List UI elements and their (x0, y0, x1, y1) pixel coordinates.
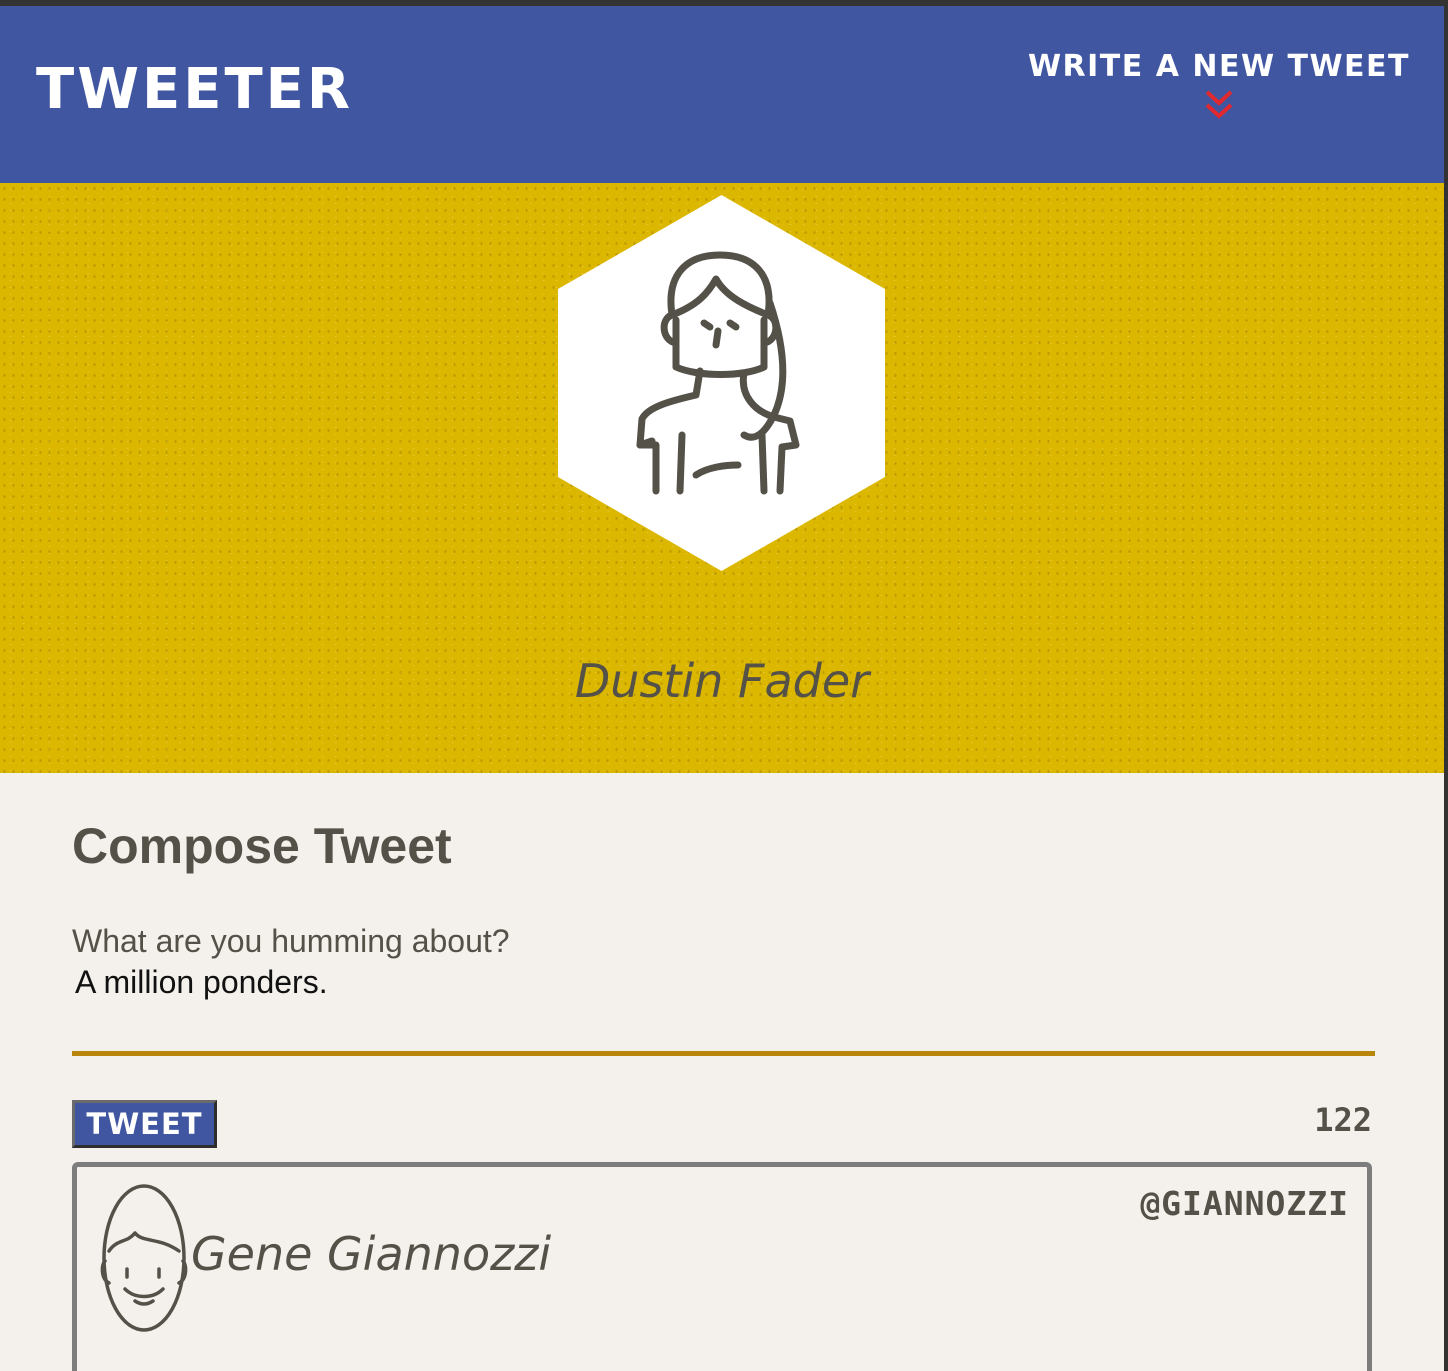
write-new-tweet-label: WRITE A NEW TWEET (1027, 49, 1410, 84)
brand-logo[interactable]: TWEETER (36, 62, 353, 118)
tweet-author-handle: @GIANNOZZI (1140, 1184, 1349, 1223)
tweet-textarea[interactable]: A million ponders. (72, 963, 1375, 1056)
profile-user-name: Dustin Fader (574, 654, 870, 708)
top-nav: TWEETER WRITE A NEW TWEET (0, 6, 1444, 183)
compose-prompt-label: What are you humming about? (72, 923, 510, 959)
profile-header: Dustin Fader (0, 183, 1444, 773)
man-avatar-icon (100, 1184, 188, 1332)
woman-avatar-icon (558, 195, 885, 571)
write-new-tweet-link[interactable]: WRITE A NEW TWEET (1028, 50, 1410, 121)
tweet-card: Gene Giannozzi @GIANNOZZI (72, 1162, 1372, 1371)
page: TWEETER WRITE A NEW TWEET Dustin Fader C… (0, 6, 1444, 1371)
compose-title: Compose Tweet (72, 818, 452, 874)
tweet-author-name: Gene Giannozzi (191, 1227, 552, 1281)
double-chevron-down-icon[interactable] (1204, 89, 1234, 121)
char-counter: 122 (1314, 1101, 1372, 1139)
tweet-submit-button[interactable]: TWEET (72, 1100, 217, 1148)
